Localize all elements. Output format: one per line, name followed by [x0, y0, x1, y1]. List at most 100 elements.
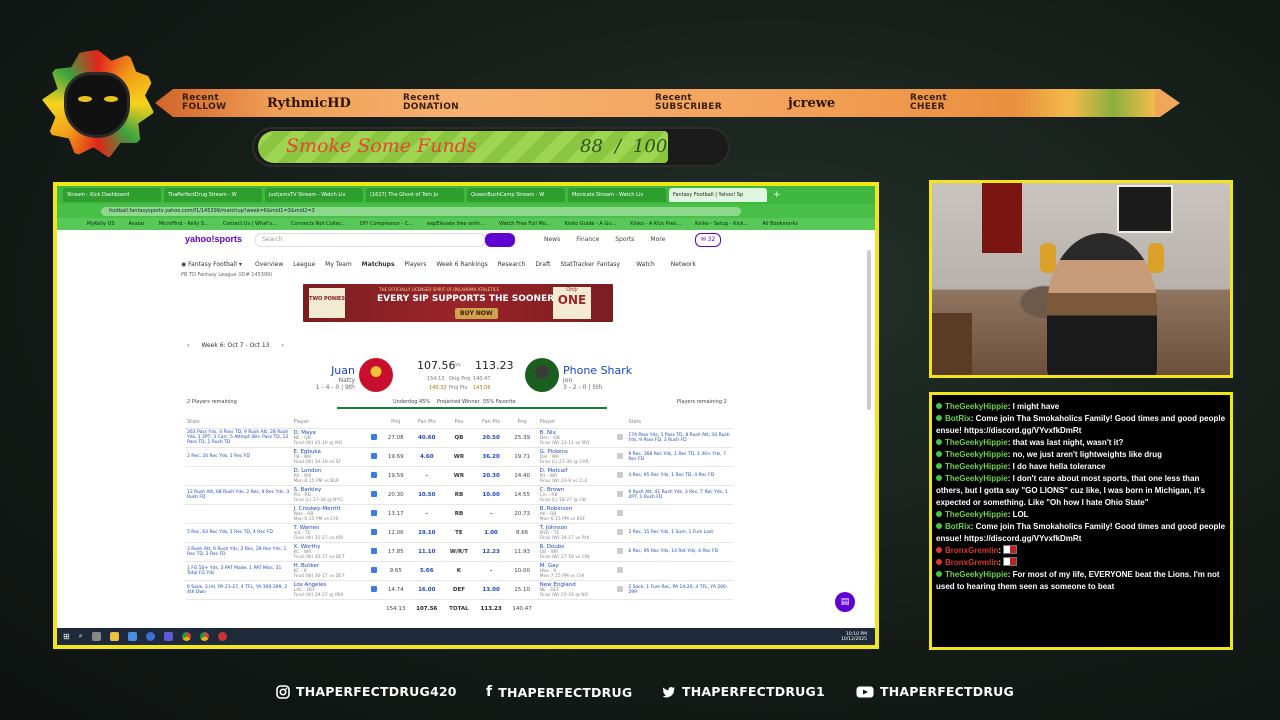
new-tab-icon[interactable]: + [773, 190, 781, 200]
player-right[interactable]: G. Pickens Dal - WR Final (L) 27-30 @ CAR [537, 446, 616, 466]
player-note-icon[interactable] [617, 490, 624, 497]
player-right[interactable]: T. Johnson NYG - TE Final (W) 34-17 vs PHI [537, 522, 616, 542]
top-nav-news[interactable]: News [544, 236, 560, 243]
app-icon-1[interactable] [163, 632, 173, 641]
chat-username[interactable]: TheGeekyHippie [945, 438, 1008, 447]
player-note-icon[interactable] [617, 585, 624, 592]
player-note-icon[interactable] [371, 509, 378, 516]
news-icon-right[interactable] [615, 522, 627, 542]
sub-nav-overview[interactable]: Overview [255, 261, 283, 268]
player-left[interactable]: H. Butker KC - K Final (W) 30-17 vs DET [291, 560, 370, 580]
sub-nav-my-team[interactable]: My Team [325, 261, 352, 268]
file-explorer-icon[interactable] [109, 632, 119, 641]
news-icon-right[interactable] [615, 503, 627, 523]
fantasy-football-menu[interactable]: ◉ Fantasy Football ▾ [181, 261, 242, 268]
player-left[interactable]: D. Maye NE - QB Final (W) 25-19 @ NO [291, 427, 370, 447]
right-nav-watch[interactable]: Watch [636, 261, 655, 268]
news-icon-right[interactable] [615, 446, 627, 466]
player-right[interactable]: R. Doubs GB - WR Final (W) 27-18 vs CIN [537, 541, 616, 561]
news-icon-left[interactable] [369, 579, 381, 599]
news-icon-right[interactable] [615, 484, 627, 504]
bookmark-1[interactable]: MyKelly US [87, 221, 115, 227]
news-icon-right[interactable] [615, 579, 627, 599]
team-left-name[interactable]: Juan [305, 364, 355, 377]
chat-username[interactable]: TheGeekyHippie [945, 474, 1008, 483]
player-right[interactable]: D. Metcalf Pit - WR Final (W) 23-9 vs CLE [537, 465, 616, 485]
fanpts-left[interactable]: 16.00 [411, 579, 443, 599]
player-note-icon[interactable] [371, 471, 378, 478]
obs-icon[interactable] [217, 632, 227, 641]
team-left-avatar[interactable] [359, 358, 393, 392]
browser-tab-5[interactable]: QueenBuchCamp Stream - W [467, 188, 565, 202]
fanpts-left[interactable]: 4.60 [411, 446, 443, 466]
fanpts-right[interactable]: 1.00 [475, 522, 507, 542]
player-note-icon[interactable] [617, 547, 624, 554]
player-note-icon[interactable] [617, 433, 624, 440]
browser-tab-3[interactable]: justjamsTV Stream - Watch Liv [265, 188, 363, 202]
taskbar-clock[interactable]: 10:10 PM 10/12/2025 [841, 632, 867, 642]
player-left[interactable]: S. Barkley Phi - RB Final (L) 17-34 @ NYG [291, 484, 370, 504]
player-note-icon[interactable] [371, 490, 378, 497]
sub-nav-players[interactable]: Players [405, 261, 427, 268]
sub-nav-rankings[interactable]: Week 6 Rankings [436, 261, 487, 268]
bookmark-5[interactable]: Connects Not Collec... [291, 221, 346, 227]
top-nav-sports[interactable]: Sports [615, 236, 634, 243]
right-nav-fantasy[interactable]: Fantasy [597, 261, 620, 268]
player-right[interactable]: C. Brown Cin - RB Final (L) 18-27 @ GB [537, 484, 616, 504]
week-label[interactable]: Week 6: Oct 7 - Oct 13 [201, 342, 269, 349]
windows-start-icon[interactable]: ⊞ [63, 632, 70, 641]
chat-username[interactable]: TheGeekyHippie [945, 570, 1008, 579]
bookmark-9[interactable]: Kinko Guide - A Gu... [565, 221, 617, 227]
fanpts-right[interactable]: 36.20 [475, 446, 507, 466]
chrome-icon-2[interactable] [199, 632, 209, 641]
sub-nav-matchups[interactable]: Matchups [362, 261, 395, 268]
yahoo-search-button[interactable] [485, 233, 515, 247]
address-bar[interactable]: football.fantasysports.yahoo.com/f1/1453… [101, 206, 741, 216]
bookmark-3[interactable]: MicroFind - Kelly S... [159, 221, 209, 227]
bookmark-7[interactable]: expElevate free onlin... [427, 221, 485, 227]
player-note-icon[interactable] [371, 528, 378, 535]
news-icon-right[interactable] [615, 465, 627, 485]
player-note-icon[interactable] [617, 566, 624, 573]
news-icon-right[interactable] [615, 427, 627, 447]
team-right-avatar[interactable] [525, 358, 559, 392]
bookmark-2[interactable]: Avatar [129, 221, 145, 227]
yahoo-sports-logo[interactable]: yahoo!sports [185, 234, 242, 244]
player-note-icon[interactable] [617, 528, 624, 535]
top-nav-finance[interactable]: Finance [576, 236, 599, 243]
chat-username[interactable]: BronxGremlin [945, 558, 998, 567]
player-left[interactable]: D. London Atl - WR Mon 6:15 PM vs BUF [291, 465, 370, 485]
browser-tab-4[interactable]: (1627) The Ghost of Tom Jo [366, 188, 464, 202]
player-right[interactable]: B. Nix Den - QB Final (W) 13-11 vs NYJ [537, 427, 616, 447]
edge-icon[interactable] [145, 632, 155, 641]
store-icon[interactable] [127, 632, 137, 641]
news-icon-right[interactable] [615, 560, 627, 580]
player-left[interactable]: Los Angeles LAC - DEF Final (W) 29-27 @ MI… [291, 579, 370, 599]
fanpts-left[interactable]: 40.60 [411, 427, 443, 447]
bookmark-8[interactable]: Watch Free Full Mo... [499, 221, 551, 227]
fanpts-left[interactable]: - [411, 465, 443, 485]
chat-username[interactable]: BotRix [945, 414, 971, 423]
player-right[interactable]: M. Gay Was - K Mon 7:15 PM vs CHI [537, 560, 616, 580]
news-icon-left[interactable] [369, 522, 381, 542]
chat-username[interactable]: TheGeekyHippie [945, 450, 1008, 459]
news-icon-left[interactable] [369, 465, 381, 485]
social-twitter[interactable]: THAPERFECTDRUG1 [662, 684, 825, 699]
chat-username[interactable]: TheGeekyHippie [945, 402, 1008, 411]
news-icon-right[interactable] [615, 541, 627, 561]
bookmark-11[interactable]: Kinko - Setup - Kick... [695, 221, 748, 227]
news-icon-left[interactable] [369, 541, 381, 561]
bookmark-4[interactable]: Contact Us | What's... [223, 221, 277, 227]
player-right[interactable]: B. Robinson Atl - RB Mon 6:15 PM vs BUF [537, 503, 616, 523]
chat-username[interactable]: BotRix [945, 522, 971, 531]
yahoo-search-input[interactable]: Search [255, 233, 485, 247]
player-left[interactable]: X. Worthy KC - WR Final (W) 30-17 vs DET [291, 541, 370, 561]
fanpts-right[interactable]: - [475, 560, 507, 580]
sub-nav-league[interactable]: League [293, 261, 315, 268]
next-week-icon[interactable]: › [282, 342, 284, 349]
browser-tab-7[interactable]: Fantasy Football | Yahoo! Sp [669, 188, 767, 202]
news-icon-left[interactable] [369, 446, 381, 466]
chat-username[interactable]: TheGeekyHippie [945, 510, 1008, 519]
ad-buy-now-button[interactable]: BUY NOW [455, 308, 498, 319]
team-right-name[interactable]: Phone Shark [563, 364, 632, 377]
